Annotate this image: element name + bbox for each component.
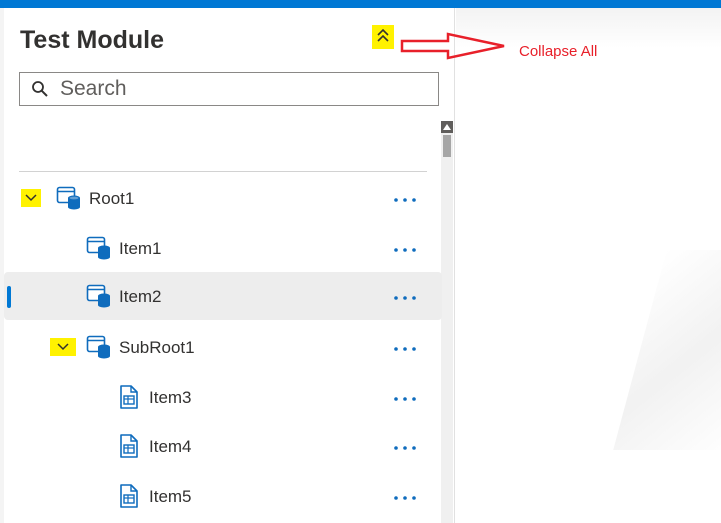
tree-node-item1[interactable]: Item1 (4, 224, 442, 272)
search-input[interactable] (60, 77, 430, 101)
scrollbar-thumb[interactable] (443, 135, 451, 157)
table-document-icon (116, 433, 142, 459)
table-document-icon (116, 384, 142, 410)
database-icon (86, 334, 112, 360)
tree-node-label: SubRoot1 (119, 338, 195, 357)
selection-indicator (7, 286, 11, 308)
tree-node-label: Item5 (149, 487, 192, 506)
search-box[interactable] (19, 72, 439, 106)
tree-node-item5[interactable]: Item5 (4, 472, 442, 520)
vertical-scrollbar[interactable] (441, 121, 453, 523)
tree-node-label: Root1 (89, 189, 135, 208)
tree-node-label: Item3 (149, 388, 192, 407)
scroll-up-arrow-icon[interactable] (441, 121, 453, 133)
table-document-icon (116, 483, 142, 509)
database-icon (56, 185, 82, 211)
collapse-all-annotation: Collapse All (519, 43, 598, 60)
expand-toggle[interactable] (21, 189, 41, 207)
tree-divider (19, 171, 427, 172)
more-horizontal-icon[interactable] (392, 190, 418, 210)
tree-node-item3[interactable]: Item3 (4, 373, 442, 421)
more-horizontal-icon[interactable] (392, 288, 418, 308)
annotation-arrow (400, 32, 505, 60)
collapse-all-button[interactable] (372, 25, 394, 49)
database-icon (86, 283, 112, 309)
database-icon (86, 235, 112, 261)
panel-title: Test Module (20, 26, 164, 54)
chevron-down-icon (57, 343, 69, 351)
more-horizontal-icon[interactable] (392, 339, 418, 359)
tree-node-label: Item4 (149, 437, 192, 456)
more-horizontal-icon[interactable] (392, 438, 418, 458)
tree-node-label: Item1 (119, 239, 162, 258)
tree-node-subroot1[interactable]: SubRoot1 (4, 323, 442, 371)
expand-toggle[interactable] (50, 338, 76, 356)
tree-node-label: Item2 (119, 287, 162, 306)
chevron-down-icon (25, 194, 37, 202)
tree-node-root1[interactable]: Root1 (4, 174, 442, 222)
tree-node-item4[interactable]: Item4 (4, 422, 442, 470)
more-horizontal-icon[interactable] (392, 488, 418, 508)
more-horizontal-icon[interactable] (392, 389, 418, 409)
tree-node-item2[interactable]: Item2 (4, 272, 442, 320)
search-icon (20, 73, 60, 105)
double-chevron-up-icon (376, 27, 390, 48)
more-horizontal-icon[interactable] (392, 240, 418, 260)
app-top-bar (0, 0, 721, 8)
